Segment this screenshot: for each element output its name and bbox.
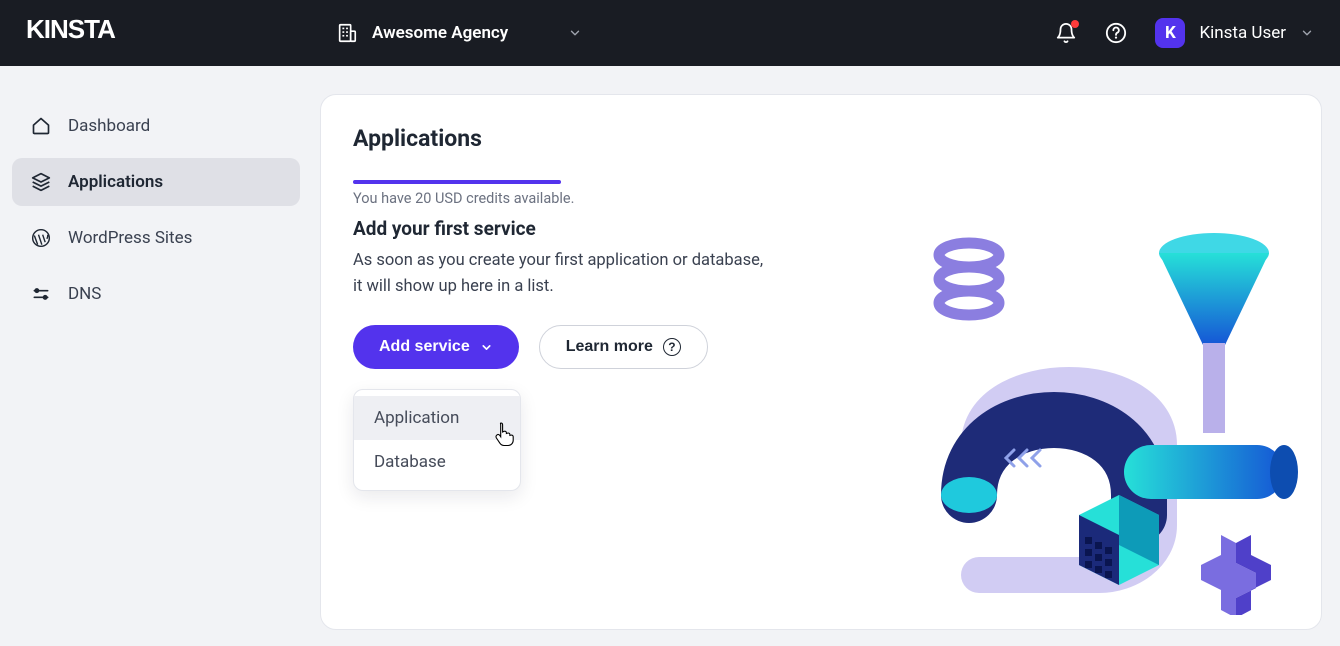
notification-badge-icon	[1071, 20, 1079, 28]
main: Applications You have 20 USD credits ava…	[320, 66, 1340, 646]
help-icon: ?	[663, 338, 681, 356]
avatar: K	[1155, 18, 1185, 48]
description-line: it will show up here in a list.	[353, 277, 554, 296]
option-label: Database	[374, 452, 446, 472]
user-menu[interactable]: K Kinsta User	[1155, 18, 1314, 48]
chevron-down-icon	[480, 341, 493, 354]
org-name: Awesome Agency	[372, 23, 508, 43]
help-button[interactable]	[1105, 22, 1127, 44]
sidebar-item-applications[interactable]: Applications	[12, 158, 300, 206]
kinsta-logo: KINSTA	[26, 17, 136, 50]
description-line: As soon as you create your first applica…	[353, 251, 763, 270]
empty-state-illustration	[909, 195, 1309, 615]
sidebar-item-dashboard[interactable]: Dashboard	[12, 102, 300, 150]
layers-icon	[30, 171, 52, 193]
chevron-down-icon	[568, 26, 582, 40]
dns-icon	[30, 283, 52, 305]
building-icon	[336, 22, 358, 44]
add-service-button[interactable]: Add service	[353, 325, 519, 369]
chevron-down-icon	[1300, 26, 1314, 40]
option-label: Application	[374, 408, 459, 428]
sidebar-item-label: WordPress Sites	[68, 228, 192, 248]
org-selector[interactable]: Awesome Agency	[336, 22, 582, 44]
sidebar-item-dns[interactable]: DNS	[12, 270, 300, 318]
wordpress-icon	[30, 227, 52, 249]
sidebar-item-wordpress[interactable]: WordPress Sites	[12, 214, 300, 262]
learn-more-button[interactable]: Learn more ?	[539, 325, 708, 369]
description: As soon as you create your first applica…	[353, 248, 783, 299]
topbar: KINSTA Awesome Agency	[0, 0, 1340, 66]
notifications-button[interactable]	[1055, 22, 1077, 44]
dropdown-option-application[interactable]: Application	[354, 396, 520, 440]
svg-text:KINSTA: KINSTA	[26, 17, 116, 43]
credits-progress-bar	[353, 180, 561, 184]
button-label: Learn more	[566, 338, 653, 356]
add-service-dropdown: Application Database	[353, 389, 521, 491]
sidebar: Dashboard Applications WordPress Sites	[0, 66, 320, 646]
sidebar-item-label: DNS	[68, 284, 101, 304]
button-label: Add service	[379, 338, 470, 356]
home-icon	[30, 115, 52, 137]
sidebar-item-label: Applications	[68, 172, 163, 192]
content-card: Applications You have 20 USD credits ava…	[320, 94, 1322, 630]
page-title: Applications	[353, 125, 1289, 152]
user-name: Kinsta User	[1199, 23, 1286, 43]
dropdown-option-database[interactable]: Database	[354, 440, 520, 484]
sidebar-item-label: Dashboard	[68, 116, 150, 136]
